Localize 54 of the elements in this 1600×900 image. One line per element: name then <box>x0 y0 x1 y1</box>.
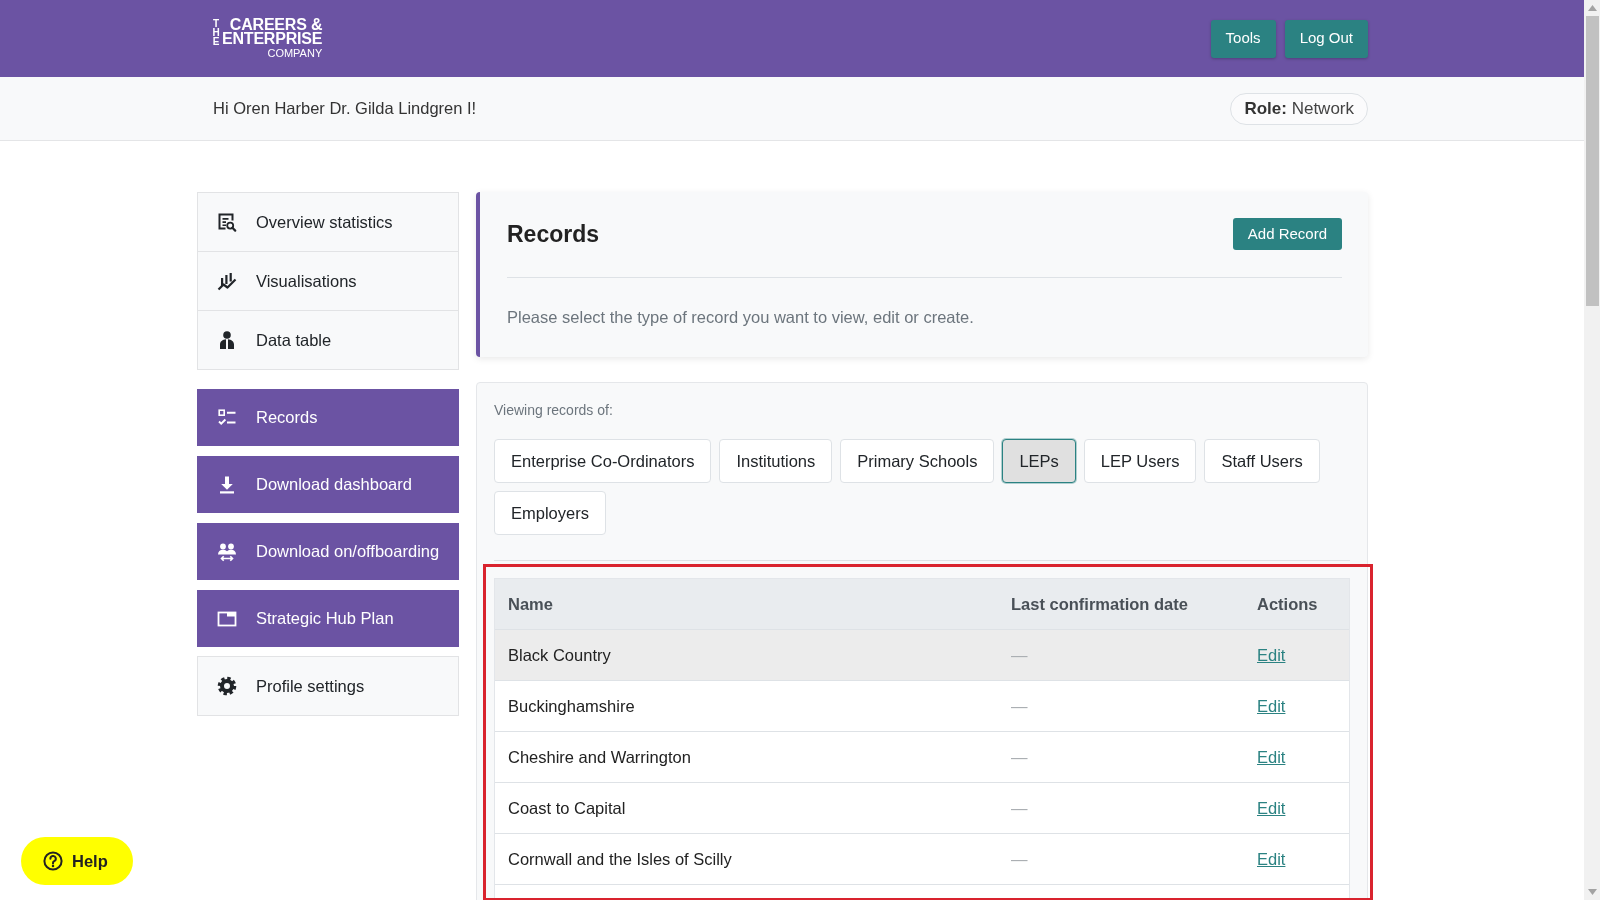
sidebar-item[interactable]: Records <box>197 389 459 446</box>
record-type-tab[interactable]: LEPs <box>1002 439 1076 483</box>
chart-icon <box>217 271 237 291</box>
column-header: Actions <box>1256 593 1318 615</box>
person-icon <box>217 330 237 350</box>
table-cell-text: Coast to Capital <box>507 797 626 819</box>
table-cell-text: Buckinghamshire <box>507 695 635 717</box>
add-record-button[interactable]: Add Record <box>1232 218 1342 250</box>
scroll-down-icon[interactable] <box>1587 889 1597 895</box>
tools-button[interactable]: Tools <box>1210 19 1276 58</box>
log-out-button[interactable]: Log Out <box>1284 19 1368 58</box>
edit-link[interactable]: Edit <box>1257 645 1286 664</box>
filter-label: Viewing records of: <box>494 401 614 420</box>
edit-link[interactable]: Edit <box>1257 849 1286 868</box>
table-cell-text: — <box>1010 848 1028 870</box>
panel-description: Please select the type of record you want to view, edit or create. <box>507 307 975 328</box>
column-header: Last confirmation date <box>1010 593 1188 615</box>
people-swap-icon <box>217 541 237 562</box>
record-type-tab[interactable]: LEP Users <box>1083 439 1197 483</box>
scroll-up-icon[interactable] <box>1587 5 1597 11</box>
record-type-tab[interactable]: Staff Users <box>1204 439 1320 483</box>
record-type-tab[interactable]: Enterprise Co-Ordinators <box>494 439 712 483</box>
download-icon <box>217 474 237 495</box>
sidebar-item[interactable]: Overview statistics <box>197 192 459 252</box>
column-header: Name <box>507 593 553 615</box>
panel-title: Records <box>507 220 600 249</box>
sidebar-item[interactable]: Visualisations <box>197 251 459 311</box>
table-cell-text: — <box>1010 797 1028 819</box>
record-type-tab[interactable]: Institutions <box>719 439 833 483</box>
edit-link[interactable]: Edit <box>1257 747 1286 766</box>
table-cell-text: Cornwall and the Isles of Scilly <box>507 848 732 870</box>
role-badge: Role: Network <box>1230 92 1368 125</box>
scrollbar-thumb[interactable] <box>1585 16 1599 306</box>
table-cell-text: Cheshire and Warrington <box>507 746 691 768</box>
record-type-tab[interactable]: Employers <box>494 491 606 535</box>
help-button[interactable]: Help <box>21 837 133 885</box>
scrollbar[interactable] <box>1584 0 1600 900</box>
checklist-icon <box>217 407 237 428</box>
sidebar-item[interactable]: Download on/offboarding <box>197 523 459 580</box>
sidebar-item[interactable]: Profile settings <box>197 656 459 716</box>
help-icon <box>43 851 63 871</box>
gear-icon <box>217 676 237 696</box>
greeting-text: Hi Oren Harber Dr. Gilda Lindgren I! <box>212 98 477 120</box>
table-cell-text: — <box>1010 695 1028 717</box>
sidebar-item[interactable]: Strategic Hub Plan <box>197 590 459 647</box>
sidebar-item[interactable]: Download dashboard <box>197 456 459 513</box>
sidebar-item[interactable]: Data table <box>197 310 459 370</box>
report-search-icon <box>217 212 237 232</box>
table-cell-text: — <box>1010 644 1028 666</box>
record-type-tab[interactable]: Primary Schools <box>840 439 995 483</box>
table-cell-text: — <box>1010 746 1028 768</box>
edit-link[interactable]: Edit <box>1257 798 1286 817</box>
edit-link[interactable]: Edit <box>1257 696 1286 715</box>
table-cell-text: Black Country <box>507 644 611 666</box>
